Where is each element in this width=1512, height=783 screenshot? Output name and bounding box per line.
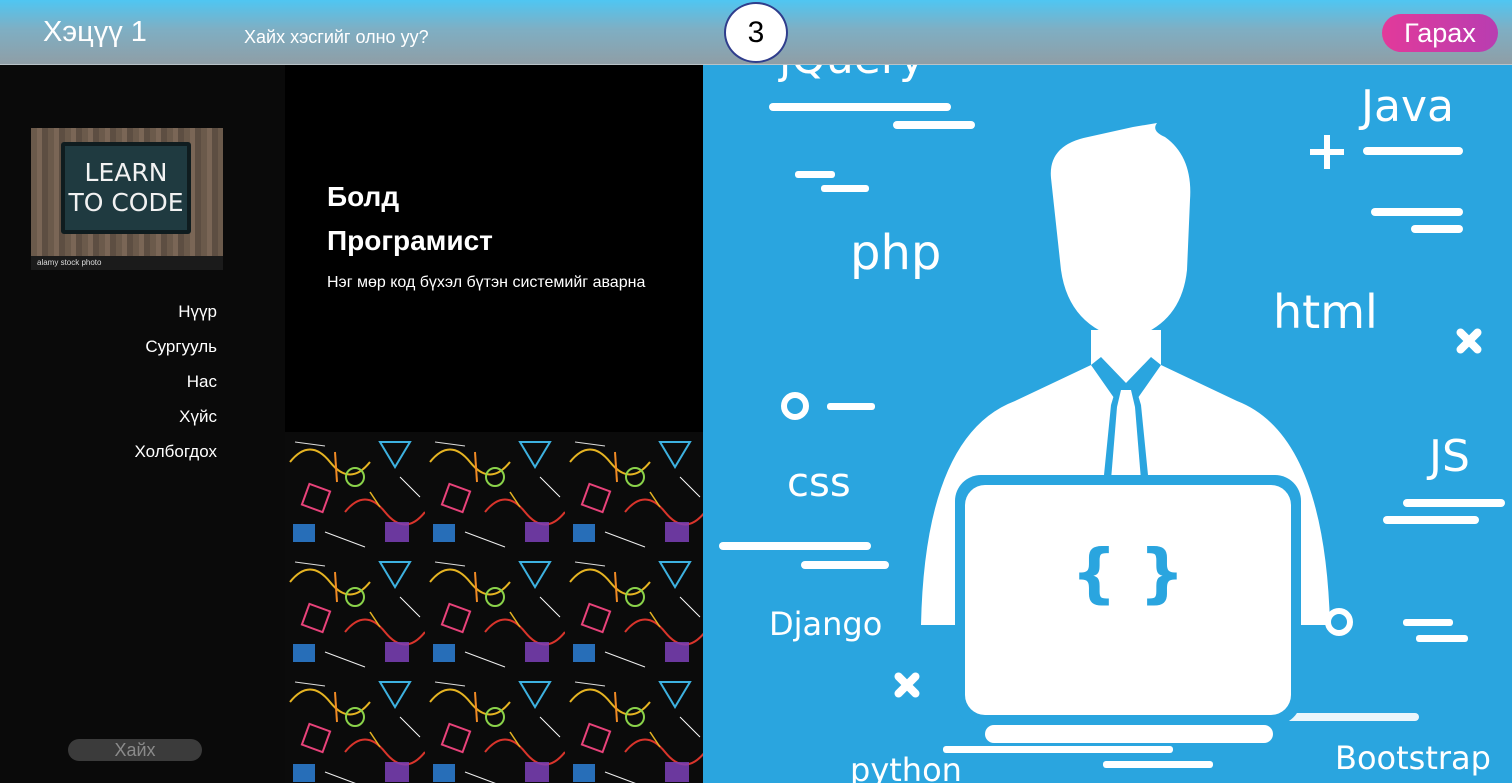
chalkboard: LEARN TO CODE <box>61 142 191 234</box>
counter-badge: 3 <box>724 2 788 63</box>
logo-line-2: TO CODE <box>68 188 184 217</box>
code-braces-icon: { } <box>1071 537 1184 611</box>
tech-label-php: php <box>850 225 942 281</box>
nav-age[interactable]: Нас <box>135 371 217 406</box>
profile-name: Болд <box>327 181 400 212</box>
page-title: Хэцүү 1 <box>43 16 147 48</box>
math-pattern-graphic <box>285 432 703 783</box>
sidebar-nav: Нүүр Сургууль Нас Хүйс Холбогдох <box>135 301 217 476</box>
profile-card: Болд Програмист Нэг мөр код бүхэл бүтэн … <box>285 65 703 432</box>
tech-label-js: JS <box>1429 431 1470 482</box>
tech-label-html: html <box>1273 285 1378 339</box>
tech-label-bootstrap: Bootstrap <box>1335 739 1491 777</box>
logout-button[interactable]: Гарах <box>1382 14 1498 52</box>
math-formulas-image <box>285 432 703 783</box>
profile-role: Програмист <box>327 225 493 256</box>
logo-caption: alamy stock photo <box>31 256 223 270</box>
tech-label-jquery: jQuery <box>779 65 925 84</box>
nav-school[interactable]: Сургууль <box>135 336 217 371</box>
tech-label-java: Java <box>1361 81 1454 132</box>
nav-home[interactable]: Нүүр <box>135 301 217 336</box>
nav-contact[interactable]: Холбогдох <box>135 441 217 476</box>
profile-motto: Нэг мөр код бүхэл бүтэн системийг аварна <box>327 274 646 291</box>
tech-label-python: python <box>850 751 962 783</box>
programmer-graphic: { } <box>719 103 1505 768</box>
search-button[interactable]: Хайх <box>68 739 202 761</box>
logo-line-1: LEARN <box>84 158 168 187</box>
top-bar: Хэцүү 1 Хайх хэсгийг олно уу? 3 Гарах <box>0 0 1512 65</box>
nav-gender[interactable]: Хүйс <box>135 406 217 441</box>
tech-label-django: Django <box>769 605 883 643</box>
tech-label-css: css <box>787 460 851 506</box>
learn-to-code-logo: LEARN TO CODE alamy stock photo <box>31 128 223 270</box>
sidebar: LEARN TO CODE alamy stock photo Нүүр Сур… <box>0 65 285 783</box>
task-prompt: Хайх хэсгийг олно уу? <box>244 27 429 47</box>
programmer-hero-image: { } jQuery Java php html css JS Django p… <box>703 65 1512 783</box>
